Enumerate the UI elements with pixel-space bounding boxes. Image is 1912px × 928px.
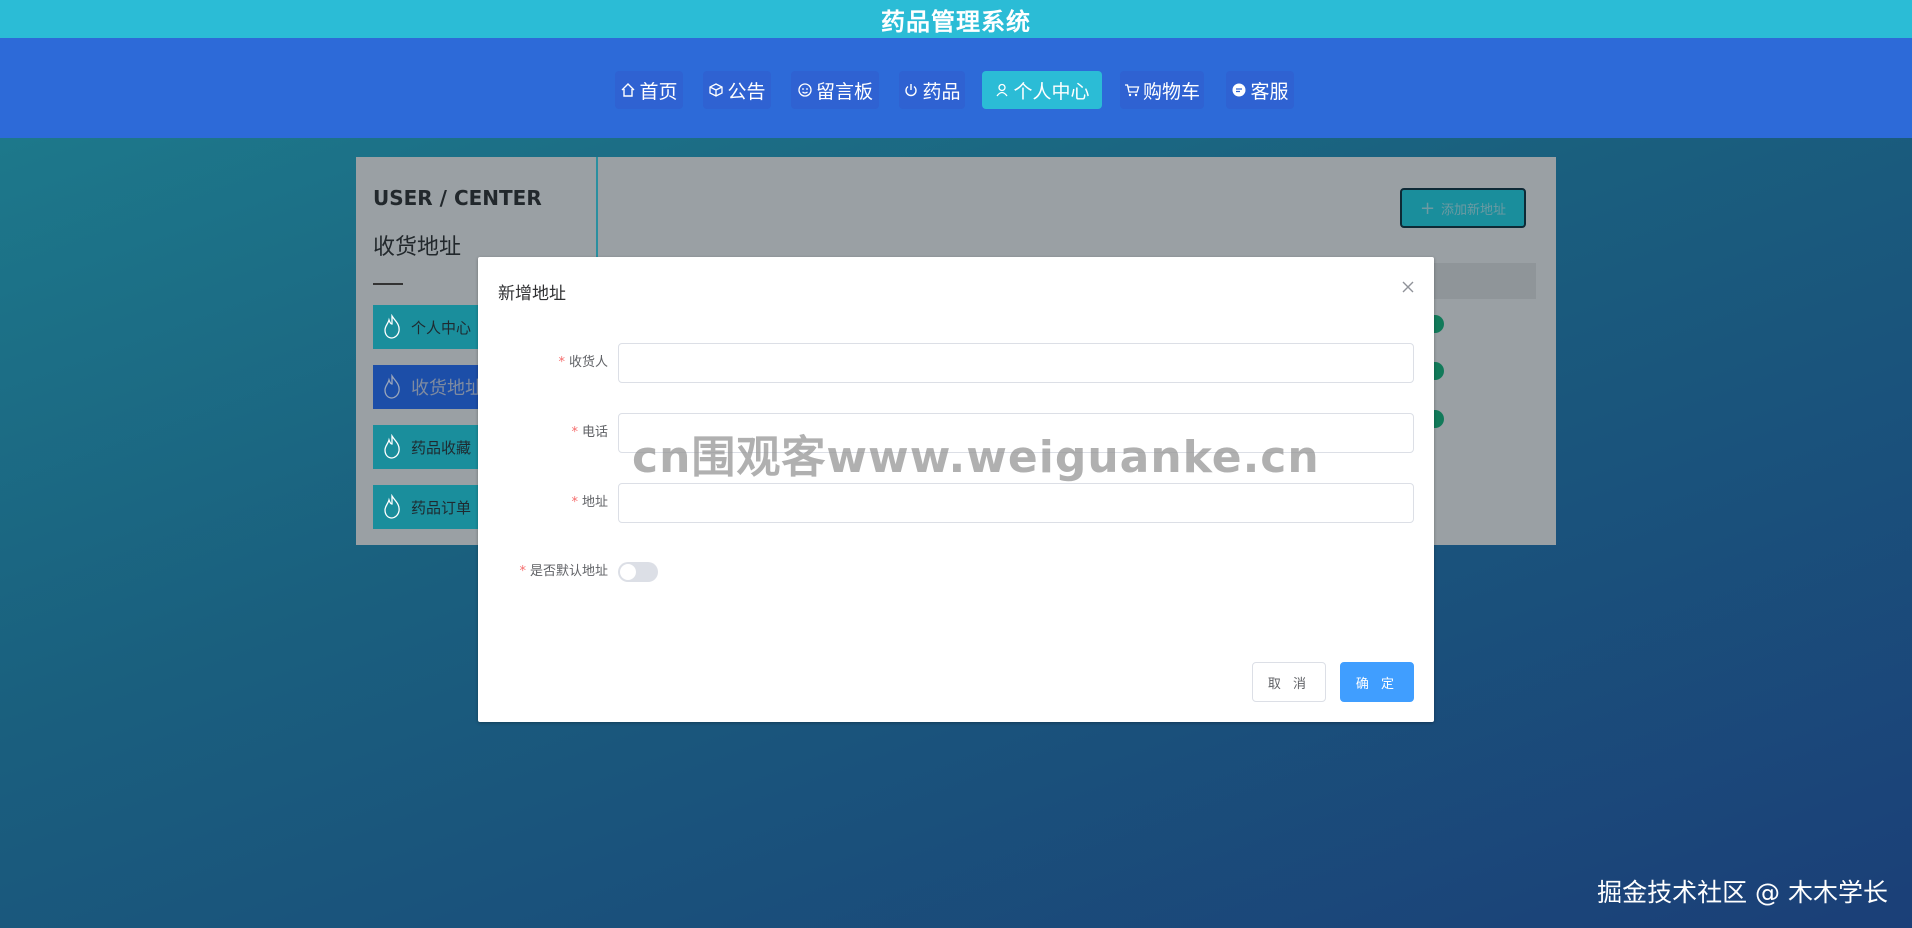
cart-icon	[1124, 84, 1140, 97]
sidebar-item-label: 药品收藏	[411, 438, 472, 457]
app-title: 药品管理系统	[881, 7, 1031, 36]
close-icon[interactable]	[1400, 279, 1416, 295]
nav-notice[interactable]: 公告	[703, 71, 771, 109]
table-header	[1420, 263, 1536, 299]
nav-medicine[interactable]: 药品	[899, 71, 965, 109]
sidebar-item-label: 个人中心	[411, 318, 472, 337]
add-address-dialog: 新增地址 * 收货人 * 电话 * 地址 * 是否默认地址 取 消 确 定	[478, 257, 1434, 722]
nav-medicine-label: 药品	[922, 80, 961, 103]
nav-message-board-label: 留言板	[815, 80, 873, 103]
fire-icon	[384, 494, 400, 519]
nav-home-label: 首页	[639, 80, 678, 103]
form-row-recipient: * 收货人	[478, 343, 1434, 383]
add-address-button[interactable]: + 添加新地址	[1400, 188, 1526, 228]
plus-icon: +	[1419, 197, 1436, 219]
dialog-title: 新增地址	[498, 284, 566, 304]
credit-text: 掘金技术社区 @ 木木学长	[1597, 878, 1888, 907]
add-address-label: 添加新地址	[1441, 202, 1507, 218]
sidebar-heading: USER / CENTER	[373, 186, 542, 210]
required-mark: *	[571, 495, 578, 510]
box-icon	[709, 83, 724, 97]
fire-icon	[384, 314, 400, 339]
nav-home[interactable]: 首页	[615, 71, 683, 109]
default-address-label: * 是否默认地址	[519, 564, 608, 579]
form-row-default: * 是否默认地址	[478, 552, 1434, 592]
switch-knob	[620, 564, 636, 580]
home-icon	[621, 83, 635, 97]
nav-notice-label: 公告	[727, 80, 766, 103]
recipient-input[interactable]	[618, 343, 1414, 383]
phone-label: * 电话	[571, 425, 608, 440]
required-mark: *	[519, 564, 526, 579]
nav-cart-label: 购物车	[1142, 80, 1200, 103]
cancel-button[interactable]: 取 消	[1252, 662, 1326, 702]
form-row-address: * 地址	[478, 483, 1434, 523]
sidebar-subheading: 收货地址	[373, 235, 462, 260]
nav-customer-service-label: 客服	[1250, 80, 1289, 103]
address-label: * 地址	[571, 495, 608, 510]
fire-icon	[384, 374, 400, 399]
recipient-label: * 收货人	[558, 355, 608, 370]
sidebar-item-label: 收货地址	[411, 378, 483, 399]
top-title-bar: 药品管理系统	[0, 0, 1912, 38]
sidebar-item-label: 药品订单	[411, 498, 472, 517]
watermark-text: cn围观客www.weiguanke.cn	[632, 432, 1320, 483]
required-mark: *	[571, 425, 578, 440]
default-address-switch[interactable]	[618, 562, 658, 582]
required-mark: *	[558, 355, 565, 370]
nav-cart[interactable]: 购物车	[1120, 71, 1204, 109]
sidebar-divider	[373, 283, 403, 285]
chat-icon	[1232, 83, 1246, 97]
user-icon	[996, 83, 1009, 97]
nav-customer-service[interactable]: 客服	[1226, 71, 1294, 109]
smile-icon	[798, 83, 812, 97]
confirm-button[interactable]: 确 定	[1340, 662, 1414, 702]
power-icon	[905, 84, 918, 97]
fire-icon	[384, 434, 400, 459]
nav-user-center[interactable]: 个人中心	[982, 71, 1102, 109]
nav-user-center-label: 个人中心	[1013, 80, 1090, 103]
nav-message-board[interactable]: 留言板	[791, 71, 879, 109]
main-nav: 首页 公告 留言板 药品 个人中心 购物车 客服	[0, 38, 1912, 138]
address-input[interactable]	[618, 483, 1414, 523]
